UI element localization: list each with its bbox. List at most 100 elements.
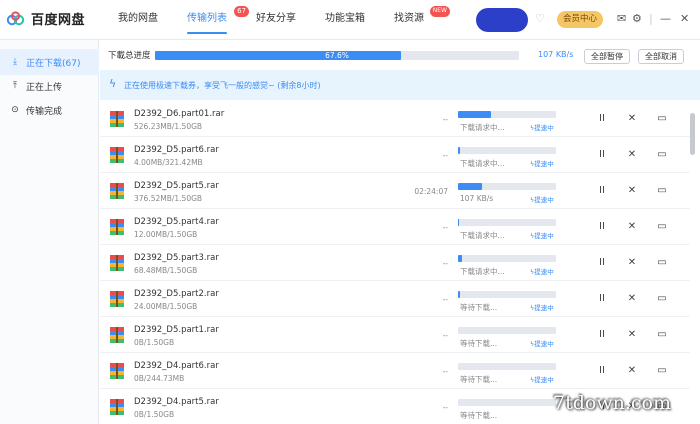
tab-label: 好友分享 xyxy=(256,13,296,24)
speedup-banner: ϟ 正在使用极速下载券，享受飞一般的感觉~ (剩余8小时) xyxy=(100,70,700,100)
rar-file-icon xyxy=(110,255,124,271)
list-item[interactable]: D2392_D4.part6.rar 0B/244.73MB -- 等待下载... ϟ提… xyxy=(100,353,690,389)
file-status: 等待下载... xyxy=(460,375,498,384)
rar-file-icon xyxy=(110,363,124,379)
file-progress-fill xyxy=(458,255,462,262)
tab-0[interactable]: 我的网盘 xyxy=(108,0,168,40)
file-size: 0B/1.50GB xyxy=(134,410,175,419)
watermark: 7tdown.com xyxy=(553,392,671,414)
sidebar-item-uploading[interactable]: ⤒ 正在上传 xyxy=(0,73,99,99)
folder-icon[interactable]: ▭ xyxy=(655,257,669,269)
sidebar-item-label: 正在上传 xyxy=(26,82,63,93)
pause-icon[interactable]: II xyxy=(595,257,609,269)
close-icon[interactable]: ✕ xyxy=(625,293,639,305)
close-icon[interactable]: ✕ xyxy=(625,149,639,161)
vip-center-button[interactable]: 会员中心 xyxy=(557,11,603,28)
file-progress-bar xyxy=(458,291,556,298)
file-status: 下载请求中... xyxy=(460,231,505,240)
file-size: 526.23MB/1.50GB xyxy=(134,122,203,131)
file-name: D2392_D5.part5.rar xyxy=(134,181,219,191)
pause-icon[interactable]: II xyxy=(595,293,609,305)
file-progress-fill xyxy=(458,111,492,118)
close-icon[interactable]: ✕ xyxy=(625,365,639,377)
file-progress-fill xyxy=(458,219,459,226)
avatar[interactable] xyxy=(476,8,528,32)
list-item[interactable]: D2392_D6.part01.rar 526.23MB/1.50GB -- 下载请求… xyxy=(100,101,690,137)
accelerating-badge: ϟ提速中 xyxy=(530,232,554,240)
scrollbar[interactable] xyxy=(690,113,695,155)
rar-file-icon xyxy=(110,147,124,163)
rar-file-icon xyxy=(110,291,124,307)
lightning-icon: ϟ xyxy=(109,77,117,90)
upload-icon: ⤒ xyxy=(13,81,17,91)
accel-label: 提速中 xyxy=(534,196,554,204)
settings-icon[interactable]: ⚙ xyxy=(632,12,642,26)
folder-icon[interactable]: ▭ xyxy=(655,293,669,305)
close-icon[interactable]: ✕ xyxy=(625,113,639,125)
tab-label: 找资源 xyxy=(394,13,424,24)
accel-label: 提速中 xyxy=(534,340,554,348)
folder-icon[interactable]: ▭ xyxy=(655,185,669,197)
divider: | xyxy=(649,12,653,25)
pause-all-button[interactable]: 全部暂停 xyxy=(584,49,630,64)
file-progress-bar xyxy=(458,111,556,118)
folder-icon[interactable]: ▭ xyxy=(655,329,669,341)
accelerating-badge: ϟ提速中 xyxy=(530,376,554,384)
logo: 百度网盘 xyxy=(6,9,85,28)
time-remaining: -- xyxy=(442,151,448,160)
tab-1[interactable]: 传输列表 67 xyxy=(177,0,249,40)
list-item[interactable]: D2392_D5.part5.rar 376.52MB/1.50GB 02:24:0… xyxy=(100,173,690,209)
total-progress-bar: 67.6% xyxy=(155,51,519,60)
tab-4[interactable]: 找资源 NEW xyxy=(384,0,450,40)
pause-icon[interactable]: II xyxy=(595,113,609,125)
tab-label: 我的网盘 xyxy=(118,13,158,24)
rar-file-icon xyxy=(110,327,124,343)
tab-badge: NEW xyxy=(429,6,450,17)
accelerating-badge: ϟ提速中 xyxy=(530,124,554,132)
list-item[interactable]: D2392_D5.part3.rar 68.48MB/1.50GB -- 下载请求中.… xyxy=(100,245,690,281)
tab-2[interactable]: 好友分享 xyxy=(246,0,306,40)
list-item[interactable]: D2392_D5.part1.rar 0B/1.50GB -- 等待下载... ϟ提速中… xyxy=(100,317,690,353)
sidebar-item-downloading[interactable]: ⤓ 正在下载(67) xyxy=(0,49,99,75)
file-progress-bar xyxy=(458,327,556,334)
file-status: 等待下载... xyxy=(460,303,498,312)
folder-icon[interactable]: ▭ xyxy=(655,149,669,161)
pause-icon[interactable]: II xyxy=(595,185,609,197)
list-item[interactable]: D2392_D5.part6.rar 4.00MB/321.42MB -- 下载请求中… xyxy=(100,137,690,173)
file-progress-fill xyxy=(458,291,460,298)
mail-icon[interactable]: ✉ xyxy=(617,12,626,26)
close-icon[interactable]: ✕ xyxy=(625,257,639,269)
app-title: 百度网盘 xyxy=(31,13,86,28)
folder-icon[interactable]: ▭ xyxy=(655,221,669,233)
close-icon[interactable]: ✕ xyxy=(680,12,689,26)
heart-icon[interactable]: ♡ xyxy=(535,12,545,25)
list-item[interactable]: D2392_D5.part4.rar 12.00MB/1.50GB -- 下载请求中.… xyxy=(100,209,690,245)
pause-icon[interactable]: II xyxy=(595,149,609,161)
file-size: 24.00MB/1.50GB xyxy=(134,302,198,311)
sidebar-item-label: 传输完成 xyxy=(26,106,63,117)
close-icon[interactable]: ✕ xyxy=(625,221,639,233)
file-size: 0B/1.50GB xyxy=(134,338,175,347)
check-circle-icon: ⊙ xyxy=(11,105,19,115)
rar-file-icon xyxy=(110,219,124,235)
list-item[interactable]: D2392_D5.part2.rar 24.00MB/1.50GB -- 等待下载..… xyxy=(100,281,690,317)
total-speed: 107 KB/s xyxy=(538,50,574,59)
download-list: D2392_D6.part01.rar 526.23MB/1.50GB -- 下载请求… xyxy=(100,101,700,424)
sidebar-item-completed[interactable]: ⊙ 传输完成 xyxy=(0,97,99,123)
time-remaining: -- xyxy=(442,367,448,376)
close-icon[interactable]: ✕ xyxy=(625,185,639,197)
pause-icon[interactable]: II xyxy=(595,221,609,233)
time-remaining: -- xyxy=(442,259,448,268)
pause-icon[interactable]: II xyxy=(595,365,609,377)
pause-icon[interactable]: II xyxy=(595,329,609,341)
tab-3[interactable]: 功能宝箱 xyxy=(315,0,375,40)
sidebar-item-label: 正在下载(67) xyxy=(26,58,81,69)
app-window: 百度网盘 我的网盘 传输列表 67 好友分享 功能宝箱 找资源 NEW ♡ 会员中心 ✉ ⚙… xyxy=(0,0,700,424)
minimize-icon[interactable]: — xyxy=(660,12,671,26)
time-remaining: -- xyxy=(442,295,448,304)
folder-icon[interactable]: ▭ xyxy=(655,113,669,125)
cancel-all-button[interactable]: 全部取消 xyxy=(638,49,684,64)
time-remaining: -- xyxy=(442,331,448,340)
close-icon[interactable]: ✕ xyxy=(625,329,639,341)
folder-icon[interactable]: ▭ xyxy=(655,365,669,377)
